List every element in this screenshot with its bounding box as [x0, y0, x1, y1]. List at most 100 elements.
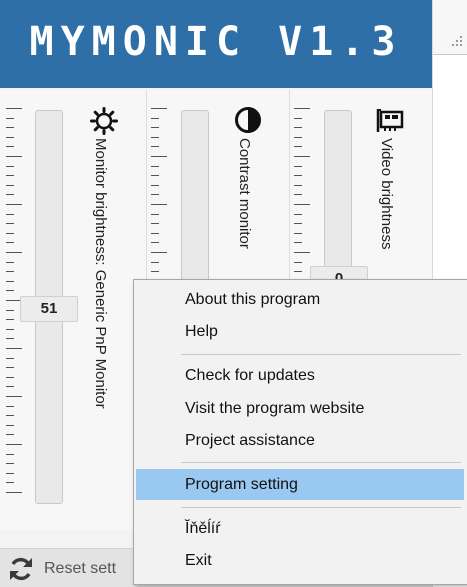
menu-item-program-setting[interactable]: Program setting — [136, 469, 464, 500]
tick-mark — [151, 184, 159, 186]
menu-item-label: Help — [185, 323, 218, 340]
tick-mark — [6, 242, 14, 244]
menu-item-label: Visit the program website — [185, 400, 365, 417]
tick-mark — [151, 165, 159, 167]
tick-mark — [6, 357, 14, 359]
tick-mark — [294, 271, 302, 273]
tick-mark — [294, 165, 302, 167]
tick-mark — [294, 242, 302, 244]
tick-mark — [6, 252, 22, 253]
menu-item-label: Project assistance — [185, 432, 315, 449]
menu-item-label: Ĭňěĺíŕ — [185, 520, 221, 537]
tick-mark — [6, 175, 14, 177]
menu-item-visit-website[interactable]: Visit the program website — [136, 393, 464, 424]
video-brightness-label: Video brightness — [378, 138, 395, 250]
contrast-icon — [235, 107, 261, 133]
tick-mark — [6, 271, 14, 273]
tick-mark — [151, 252, 167, 253]
menu-item-language[interactable]: Ĭňěĺíŕ — [136, 513, 464, 544]
context-menu: About this program Help Check for update… — [133, 279, 467, 585]
tick-mark — [6, 472, 14, 474]
tick-mark — [151, 127, 159, 129]
tick-mark — [6, 146, 14, 148]
tick-mark — [6, 434, 14, 436]
tick-mark — [6, 309, 14, 311]
menu-item-label: Exit — [185, 552, 212, 569]
tick-mark — [6, 376, 14, 378]
tick-mark — [6, 184, 14, 186]
tick-mark — [151, 204, 167, 205]
menu-item-label: Check for updates — [185, 367, 315, 384]
tick-mark — [6, 213, 14, 215]
tick-mark — [6, 108, 22, 109]
tick-mark — [294, 175, 302, 177]
tick-mark — [151, 232, 159, 234]
menu-item-help[interactable]: Help — [136, 316, 464, 347]
tick-mark — [294, 194, 302, 196]
tick-mark — [151, 242, 159, 244]
tick-mark — [294, 146, 302, 148]
tick-mark — [6, 463, 14, 465]
tick-mark — [151, 194, 159, 196]
tick-mark — [151, 271, 159, 273]
tick-mark — [151, 136, 159, 138]
tick-mark — [6, 396, 22, 397]
tick-mark — [294, 127, 302, 129]
monitor-brightness-thumb[interactable]: 51 — [20, 296, 78, 322]
refresh-icon — [10, 557, 32, 581]
tick-mark — [151, 175, 159, 177]
tick-mark — [6, 348, 22, 349]
tick-mark — [6, 492, 22, 493]
tick-mark — [6, 386, 14, 388]
tick-mark — [151, 156, 167, 157]
resize-grip-icon[interactable] — [452, 36, 462, 46]
tick-mark — [6, 444, 22, 445]
tick-mark — [6, 415, 14, 417]
title-banner: MYMONIC V1.3 — [0, 0, 432, 88]
tick-mark — [6, 165, 14, 167]
menu-item-project-assistance[interactable]: Project assistance — [136, 425, 464, 456]
tick-mark — [151, 117, 159, 119]
menu-item-label: Program setting — [185, 476, 298, 493]
tick-mark — [6, 204, 22, 205]
tick-mark — [6, 194, 14, 196]
tick-mark — [6, 136, 14, 138]
tick-mark — [294, 117, 302, 119]
app-title: MYMONIC V1.3 — [29, 19, 403, 65]
menu-item-exit[interactable]: Exit — [136, 545, 464, 576]
tick-mark — [151, 108, 167, 109]
tick-mark — [6, 338, 14, 340]
tick-mark — [294, 156, 310, 157]
tick-mark — [294, 204, 310, 205]
tick-mark — [294, 136, 302, 138]
tick-mark — [294, 232, 302, 234]
tick-mark — [6, 223, 14, 225]
tick-mark — [294, 223, 302, 225]
video-card-icon — [376, 109, 404, 132]
tick-mark — [6, 405, 14, 407]
tick-mark — [6, 319, 14, 321]
tick-mark — [6, 367, 14, 369]
tick-mark — [294, 213, 302, 215]
menu-item-about[interactable]: About this program — [136, 284, 464, 315]
background-text-field[interactable] — [433, 0, 467, 55]
tick-mark — [6, 482, 14, 484]
tick-mark — [6, 290, 14, 292]
tick-mark — [6, 127, 14, 129]
tick-mark — [294, 252, 310, 253]
tick-mark — [6, 261, 14, 263]
tick-mark — [151, 261, 159, 263]
menu-item-check-updates[interactable]: Check for updates — [136, 360, 464, 391]
monitor-brightness-label: Monitor brightness: Generic PnP Monitor — [92, 138, 109, 409]
menu-item-label: About this program — [185, 291, 321, 308]
tick-mark — [6, 280, 14, 282]
tick-mark — [151, 213, 159, 215]
menu-separator — [181, 507, 461, 508]
tick-mark — [294, 261, 302, 263]
tick-mark — [6, 328, 14, 330]
tick-mark — [6, 232, 14, 234]
tick-mark — [151, 223, 159, 225]
tick-mark — [6, 424, 14, 426]
tick-mark — [294, 108, 310, 109]
tick-mark — [6, 156, 22, 157]
